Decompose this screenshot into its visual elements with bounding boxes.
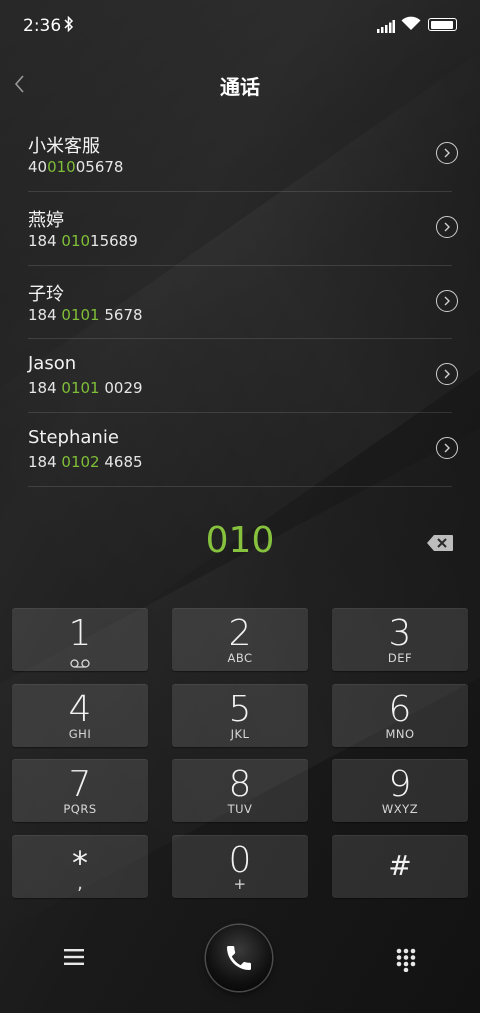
key-1[interactable]: 1 [12, 608, 148, 671]
contact-row[interactable]: 燕婷 184 01015689 [28, 192, 458, 266]
contact-number: 184 0101 5678 [28, 305, 143, 324]
contact-number: 4001005678 [28, 158, 124, 176]
key-7[interactable]: 7 PQRS [12, 759, 148, 822]
dialed-number: 010 [205, 520, 275, 561]
voicemail-icon [70, 653, 90, 672]
header: 通话 [0, 58, 480, 110]
signal-icon [377, 18, 395, 37]
contact-name: 小米客服 [28, 136, 100, 157]
contact-number: 184 0101 0029 [28, 379, 143, 398]
circle-chevron-right-icon[interactable] [436, 142, 458, 164]
key-6[interactable]: 6 MNO [332, 684, 468, 747]
circle-chevron-right-icon[interactable] [436, 215, 458, 238]
key-hash[interactable]: # [332, 835, 468, 898]
circle-chevron-right-icon[interactable] [436, 289, 458, 312]
key-9[interactable]: 9 WXYZ [332, 759, 468, 822]
bluetooth-icon [64, 15, 74, 36]
backspace-icon[interactable] [426, 534, 454, 556]
hamburger-menu-icon[interactable] [64, 948, 84, 970]
key-5[interactable]: 5 JKL [172, 684, 308, 747]
status-time: 2:36 [23, 16, 62, 36]
call-button[interactable] [206, 925, 272, 991]
contact-number: 184 01015689 [28, 231, 138, 250]
contact-name: 子玲 [28, 283, 64, 305]
page-title: 通话 [220, 75, 260, 99]
battery-icon [428, 18, 457, 31]
contact-row[interactable]: Jason 184 0101 0029 [28, 339, 458, 414]
wifi-icon [401, 16, 421, 35]
status-bar: 2:36 [0, 0, 480, 52]
circle-chevron-right-icon[interactable] [436, 437, 458, 460]
key-4[interactable]: 4 GHI [12, 684, 148, 747]
contact-name: 燕婷 [28, 209, 64, 231]
contact-number: 184 0102 4685 [28, 453, 143, 472]
contact-row[interactable]: 子玲 184 0101 5678 [28, 266, 458, 340]
dialpad-icon[interactable] [396, 948, 416, 976]
key-0[interactable]: 0 + [172, 835, 308, 898]
contact-row[interactable]: 小米客服 4001005678 [28, 118, 458, 192]
bottom-bar [0, 920, 480, 1000]
key-2[interactable]: 2 ABC [172, 608, 308, 671]
contact-name: Jason [28, 353, 77, 375]
contact-row[interactable]: Stephanie 184 0102 4685 [28, 413, 458, 487]
contact-name: Stephanie [28, 427, 119, 449]
circle-chevron-right-icon[interactable] [436, 363, 458, 386]
contact-list: 小米客服 4001005678 燕婷 184 01015689 子玲 184 0… [28, 118, 458, 487]
key-8[interactable]: 8 TUV [172, 759, 308, 822]
key-star[interactable]: * , [12, 835, 148, 898]
key-3[interactable]: 3 DEF [332, 608, 468, 671]
